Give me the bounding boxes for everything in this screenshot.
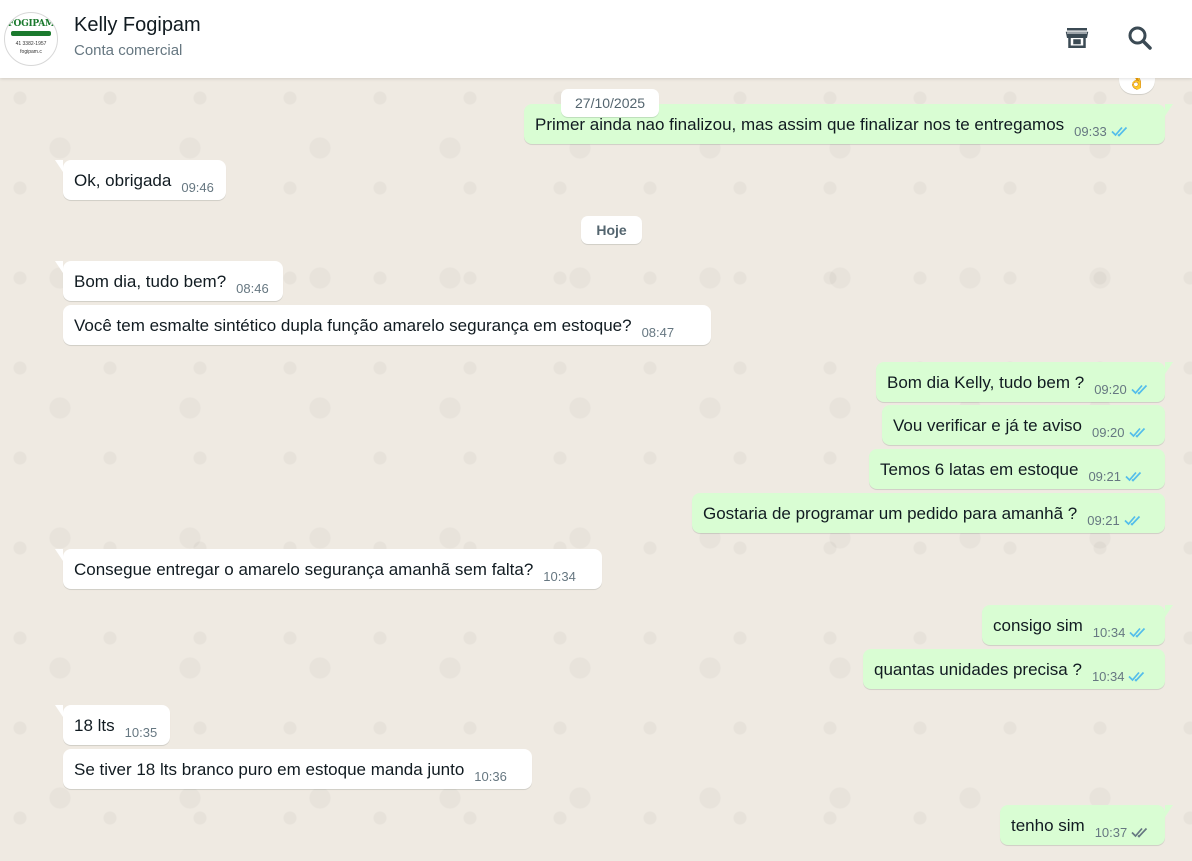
message-time: 10:34 — [1092, 625, 1126, 640]
message-text: Você tem esmalte sintético dupla função … — [74, 316, 632, 335]
message-time: 09:20 — [1091, 425, 1125, 440]
message-time: 08:47 — [641, 325, 675, 340]
message-text: tenho sim — [1011, 816, 1085, 835]
avatar-phone: 41 3382-1957 — [15, 41, 47, 47]
message-text: Se tiver 18 lts branco puro em estoque m… — [74, 760, 465, 779]
message-time: 10:36 — [474, 769, 507, 784]
message-incoming[interactable]: 18 lts 10:35 — [55, 705, 170, 745]
double-check-read-icon — [1128, 671, 1145, 682]
message-text: Ok, obrigada — [74, 171, 172, 190]
message-time: 09:33 — [1074, 124, 1107, 139]
message-text: Bom dia Kelly, tudo bem ? — [887, 373, 1085, 392]
double-check-read-icon — [1129, 627, 1146, 638]
message-text: quantas unidades precisa ? — [874, 660, 1082, 679]
date-chip: Hoje — [581, 216, 642, 244]
contact-name[interactable]: Kelly Fogipam — [74, 14, 201, 37]
double-check-read-icon — [1125, 471, 1142, 482]
message-outgoing[interactable]: consigo sim 10:34 — [982, 605, 1173, 645]
message-list[interactable]: 👌 Primer ainda nao finalizou, mas assim … — [0, 78, 1192, 861]
message-time: 08:46 — [236, 281, 269, 296]
double-check-read-icon — [1131, 384, 1147, 395]
avatar[interactable]: FOGIPAM 41 3382-1957 fogipam.c — [4, 12, 58, 66]
message-text: Vou verificar e já te aviso — [893, 416, 1082, 435]
message-incoming[interactable]: Você tem esmalte sintético dupla função … — [63, 305, 711, 345]
message-incoming[interactable]: Ok, obrigada 09:46 — [55, 160, 226, 200]
message-time: 10:37 — [1094, 825, 1128, 840]
avatar-logo-bar — [11, 31, 51, 36]
store-icon[interactable] — [1062, 23, 1092, 53]
avatar-brand: FOGIPAM — [7, 19, 55, 29]
message-time: 10:34 — [543, 569, 576, 584]
message-outgoing[interactable]: quantas unidades precisa ? 10:34 — [863, 649, 1165, 689]
message-text: Gostaria de programar um pedido para ama… — [703, 504, 1078, 523]
message-time: 10:35 — [124, 725, 158, 740]
double-check-read-icon — [1128, 427, 1145, 438]
message-text: Consegue entregar o amarelo segurança am… — [74, 560, 534, 579]
avatar-site: fogipam.c — [20, 49, 42, 55]
chat-header: FOGIPAM 41 3382-1957 fogipam.c Kelly Fog… — [0, 0, 1192, 78]
double-check-read-icon — [1124, 515, 1140, 526]
message-outgoing[interactable]: tenho sim 10:37 — [1000, 805, 1173, 845]
message-incoming[interactable]: Bom dia, tudo bem? 08:46 — [55, 261, 283, 301]
message-time: 09:46 — [181, 180, 214, 195]
message-text: Primer ainda nao finalizou, mas assim qu… — [535, 115, 1065, 134]
date-chip: 27/10/2025 — [561, 89, 660, 117]
message-text: 18 lts — [74, 716, 115, 735]
message-text: consigo sim — [993, 616, 1083, 635]
message-outgoing[interactable]: Vou verificar e já te aviso 09:20 — [882, 405, 1165, 445]
message-outgoing[interactable]: Bom dia Kelly, tudo bem ? 09:20 — [876, 362, 1173, 402]
message-time: 09:21 — [1087, 513, 1120, 528]
message-outgoing[interactable]: Temos 6 latas em estoque 09:21 — [869, 449, 1165, 489]
message-outgoing[interactable]: Gostaria de programar um pedido para ama… — [692, 493, 1165, 533]
message-text: Bom dia, tudo bem? — [74, 272, 227, 291]
double-check-delivered-icon — [1131, 827, 1148, 838]
message-incoming[interactable]: Se tiver 18 lts branco puro em estoque m… — [63, 749, 532, 789]
double-check-read-icon — [1111, 126, 1127, 137]
reaction-emoji[interactable]: 👌 — [1119, 78, 1155, 94]
search-icon[interactable] — [1125, 23, 1155, 53]
contact-subtitle: Conta comercial — [74, 42, 183, 59]
message-text: Temos 6 latas em estoque — [880, 460, 1079, 479]
message-time: 09:21 — [1088, 469, 1121, 484]
message-incoming[interactable]: Consegue entregar o amarelo segurança am… — [55, 549, 602, 589]
message-time: 10:34 — [1091, 669, 1125, 684]
message-time: 09:20 — [1094, 382, 1127, 397]
